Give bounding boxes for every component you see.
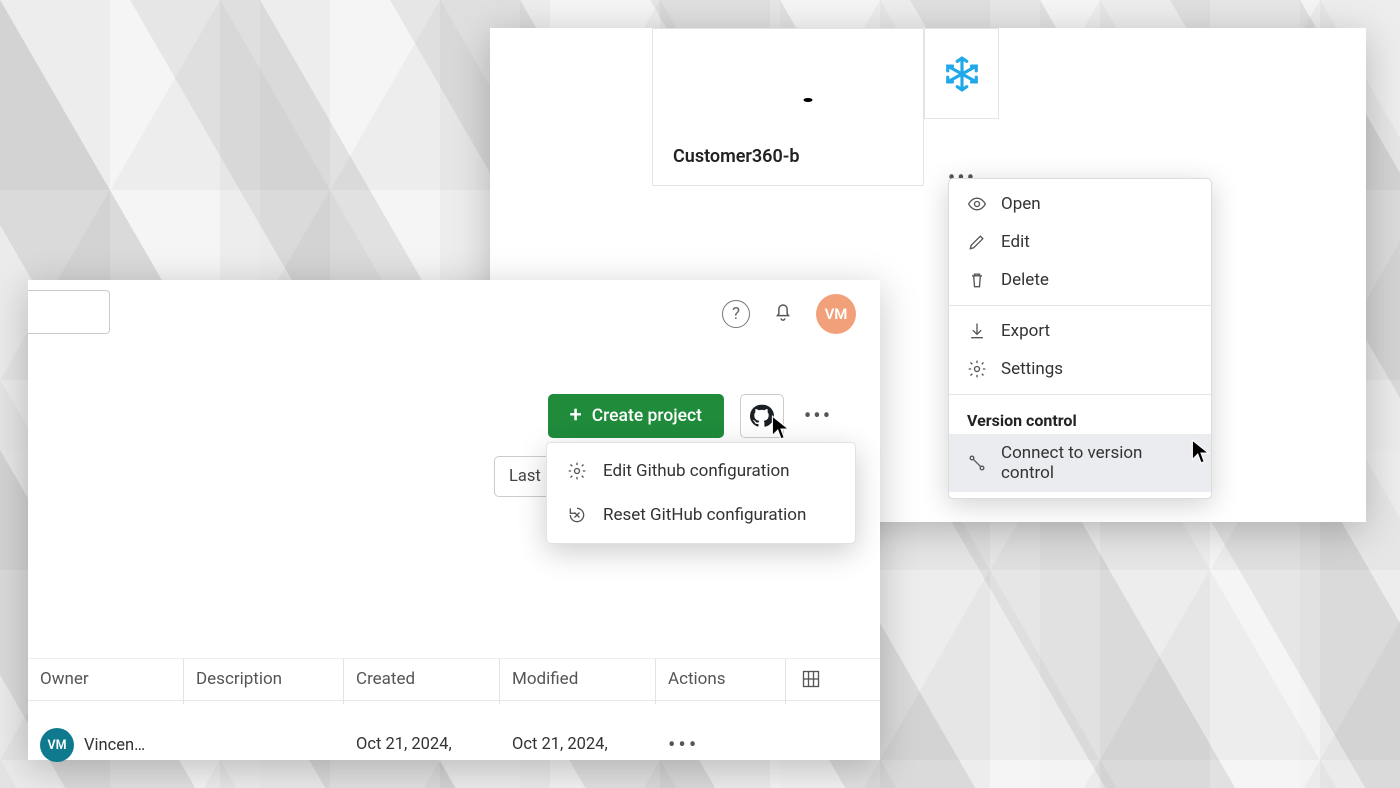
menu-connect-vc-label: Connect to version control: [1001, 443, 1193, 483]
snowflake-icon: [943, 55, 981, 93]
menu-open[interactable]: Open: [949, 185, 1211, 223]
menu-divider: [949, 305, 1211, 306]
grid-view-toggle[interactable]: [786, 659, 836, 704]
snowflake-tile[interactable]: [924, 28, 999, 119]
projects-toolbar: + Create project •••: [28, 394, 880, 438]
branch-icon: [967, 453, 987, 473]
menu-export-label: Export: [1001, 321, 1050, 341]
row-created: Oct 21, 2024,: [344, 730, 500, 760]
help-icon[interactable]: ?: [722, 300, 750, 328]
menu-connect-version-control[interactable]: Connect to version control: [949, 434, 1211, 492]
table-divider: [28, 700, 880, 701]
projects-table-header: Owner Description Created Modified Actio…: [28, 658, 880, 716]
menu-divider-2: [949, 394, 1211, 395]
create-project-label: Create project: [592, 406, 702, 426]
menu-edit-github-label: Edit Github configuration: [603, 461, 790, 481]
project-card-title: Customer360-b: [673, 146, 799, 167]
grid-icon: [801, 669, 821, 689]
pencil-icon: [967, 232, 987, 252]
download-icon: [967, 321, 987, 341]
cursor-icon: [770, 414, 792, 446]
menu-delete-label: Delete: [1001, 270, 1049, 290]
row-actions-more[interactable]: •••: [656, 729, 786, 762]
menu-reset-github-label: Reset GitHub configuration: [603, 505, 806, 525]
trash-icon: [967, 270, 987, 290]
projects-list-panel: ? VM + Create project ••• Last r Edit Gi…: [28, 280, 880, 760]
col-created[interactable]: Created: [344, 659, 500, 704]
menu-edit[interactable]: Edit: [949, 223, 1211, 261]
eye-icon: [967, 194, 987, 214]
gear-icon: [567, 461, 587, 481]
menu-edit-label: Edit: [1001, 232, 1030, 252]
bell-icon[interactable]: [772, 300, 794, 328]
col-owner[interactable]: Owner: [28, 659, 184, 704]
row-description: [184, 741, 344, 749]
col-description[interactable]: Description: [184, 659, 344, 704]
table-row[interactable]: VM Vincen… Oct 21, 2024, Oct 21, 2024, •…: [28, 710, 880, 766]
card-context-menu: Open Edit Delete Export Settings Version…: [948, 178, 1212, 499]
menu-edit-github-config[interactable]: Edit Github configuration: [547, 449, 855, 493]
menu-reset-github-config[interactable]: Reset GitHub configuration: [547, 493, 855, 537]
menu-settings[interactable]: Settings: [949, 350, 1211, 388]
row-owner-name: Vincen…: [84, 736, 145, 755]
col-modified[interactable]: Modified: [500, 659, 656, 704]
github-menu: Edit Github configuration Reset GitHub c…: [546, 442, 856, 544]
header-icon-row: ? VM: [722, 294, 856, 334]
menu-delete[interactable]: Delete: [949, 261, 1211, 299]
database-icon: [800, 96, 828, 124]
toolbar-more-button[interactable]: •••: [800, 404, 836, 429]
gear-icon: [967, 359, 987, 379]
project-card[interactable]: Customer360-b: [652, 28, 924, 186]
menu-settings-label: Settings: [1001, 359, 1063, 379]
reset-icon: [567, 505, 587, 525]
menu-export[interactable]: Export: [949, 312, 1211, 350]
cursor-icon: [1190, 438, 1212, 470]
create-project-button[interactable]: + Create project: [548, 394, 724, 438]
col-actions: Actions: [656, 659, 786, 704]
search-input-fragment[interactable]: [28, 290, 110, 334]
row-owner-avatar: VM: [40, 728, 74, 762]
row-modified: Oct 21, 2024,: [500, 730, 656, 760]
user-avatar[interactable]: VM: [816, 294, 856, 334]
menu-section-version-control: Version control: [949, 401, 1211, 434]
menu-open-label: Open: [1001, 194, 1041, 214]
